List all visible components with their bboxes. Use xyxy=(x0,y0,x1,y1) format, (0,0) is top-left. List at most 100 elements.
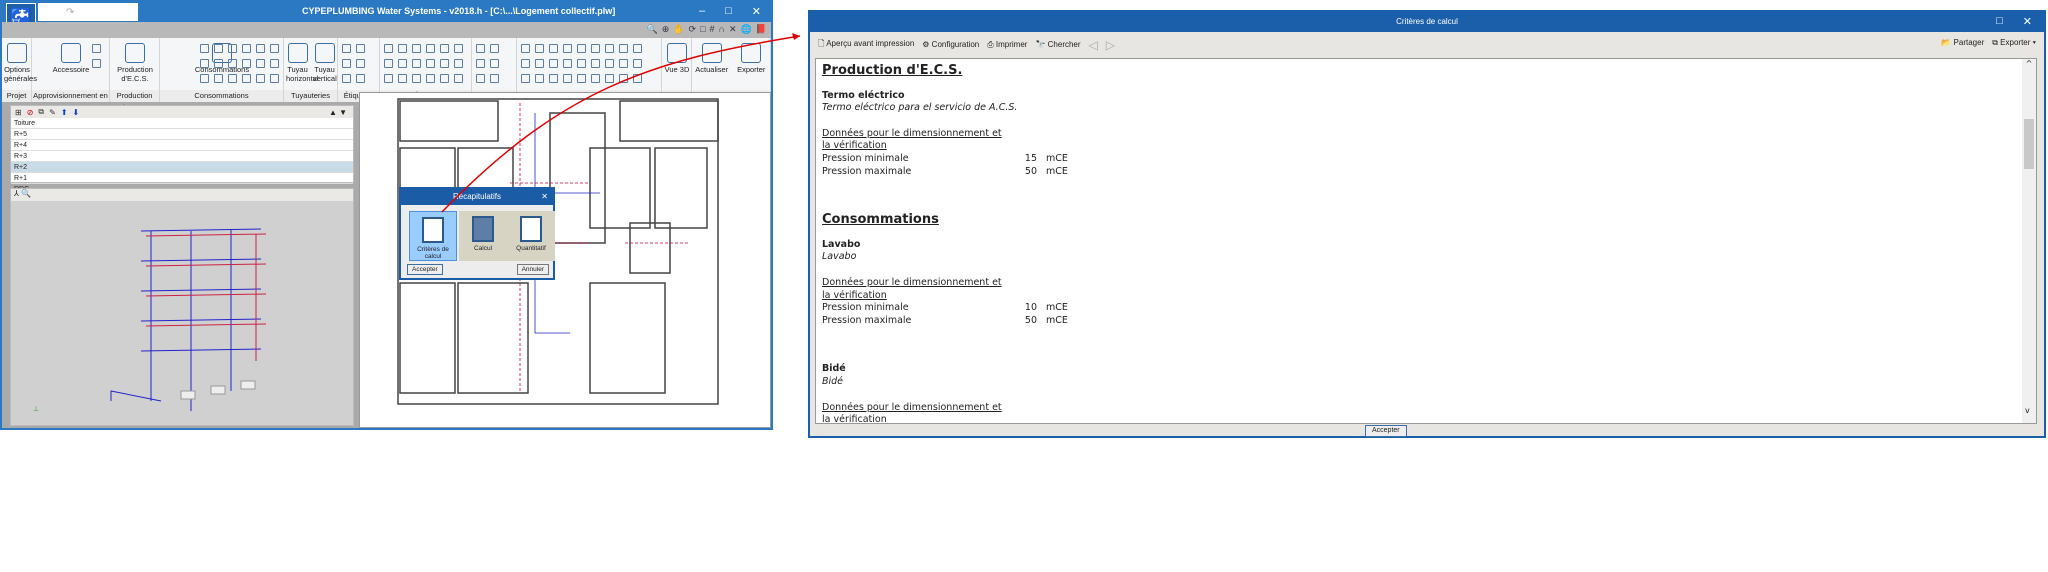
ribbon-small-tool-icon[interactable] xyxy=(619,74,628,83)
ribbon-small-tool-icon[interactable] xyxy=(633,44,642,53)
ribbon-small-tool-icon[interactable] xyxy=(384,44,393,53)
ribbon-small-tool-icon[interactable] xyxy=(256,59,265,68)
copy-floor-icon[interactable]: ⧉ xyxy=(38,107,44,117)
accept-button[interactable]: Accepter xyxy=(1365,425,1407,437)
ribbon-small-tool-icon[interactable] xyxy=(490,44,499,53)
ribbon-small-tool-icon[interactable] xyxy=(256,44,265,53)
ribbon-small-tool-icon[interactable] xyxy=(549,74,558,83)
close-button[interactable]: ✕ xyxy=(2023,15,2032,28)
ribbon-small-tool-icon[interactable] xyxy=(356,74,365,83)
zoom-icon[interactable]: ⊕ xyxy=(662,24,670,35)
export-button[interactable]: ⧉ Exporter ▾ xyxy=(1992,38,2036,48)
ribbon-button[interactable]: Vue 3D xyxy=(664,43,690,74)
ribbon-small-tool-icon[interactable] xyxy=(454,59,463,68)
ribbon-small-tool-icon[interactable] xyxy=(342,44,351,53)
ribbon-small-tool-icon[interactable] xyxy=(92,44,101,53)
next-icon[interactable]: ▷ xyxy=(1106,38,1115,52)
ribbon-small-tool-icon[interactable] xyxy=(342,74,351,83)
ribbon-small-tool-icon[interactable] xyxy=(92,59,101,68)
ribbon-small-tool-icon[interactable] xyxy=(270,74,279,83)
ribbon-small-tool-icon[interactable] xyxy=(577,59,586,68)
ribbon-small-tool-icon[interactable] xyxy=(426,74,435,83)
ribbon-small-tool-icon[interactable] xyxy=(619,59,628,68)
maximize-button[interactable]: □ xyxy=(1996,15,2003,28)
ribbon-small-tool-icon[interactable] xyxy=(440,44,449,53)
ribbon-small-tool-icon[interactable] xyxy=(228,74,237,83)
3d-view[interactable]: ⅄ 🔍 ⊥ xyxy=(10,188,354,426)
scrollbar-thumb[interactable] xyxy=(2024,119,2034,169)
ribbon-small-tool-icon[interactable] xyxy=(591,74,600,83)
ribbon-small-tool-icon[interactable] xyxy=(476,59,485,68)
floor-row[interactable]: R+3 xyxy=(11,151,353,162)
ribbon-small-tool-icon[interactable] xyxy=(535,59,544,68)
settings-icon[interactable]: ⚙ xyxy=(94,7,103,18)
ribbon-small-tool-icon[interactable] xyxy=(342,59,351,68)
help-book-icon[interactable]: 📕 xyxy=(756,24,767,35)
ribbon-small-tool-icon[interactable] xyxy=(384,74,393,83)
redo-icon[interactable]: ↷ xyxy=(66,7,74,18)
ribbon-small-tool-icon[interactable] xyxy=(633,59,642,68)
ribbon-small-tool-icon[interactable] xyxy=(398,59,407,68)
ribbon-small-tool-icon[interactable] xyxy=(476,74,485,83)
ribbon-button[interactable]: Tuyau vertical xyxy=(313,43,337,83)
ribbon-small-tool-icon[interactable] xyxy=(200,59,209,68)
ribbon-small-tool-icon[interactable] xyxy=(563,44,572,53)
scroll-up-icon[interactable]: ^ xyxy=(2022,59,2036,68)
ribbon-small-tool-icon[interactable] xyxy=(605,74,614,83)
floor-row[interactable]: R+4 xyxy=(11,140,353,151)
refresh-icon[interactable]: ⟳ xyxy=(689,24,697,35)
ribbon-small-tool-icon[interactable] xyxy=(242,59,251,68)
edit-floor-icon[interactable]: ✎ xyxy=(49,108,56,117)
accept-button[interactable]: Accepter xyxy=(407,264,443,275)
axes-icon[interactable]: ⅄ xyxy=(14,189,19,198)
ribbon-small-tool-icon[interactable] xyxy=(521,74,530,83)
ribbon-small-tool-icon[interactable] xyxy=(521,59,530,68)
maximize-button[interactable]: □ xyxy=(725,5,732,18)
ribbon-small-tool-icon[interactable] xyxy=(398,44,407,53)
ribbon-small-tool-icon[interactable] xyxy=(356,44,365,53)
ribbon-small-tool-icon[interactable] xyxy=(228,44,237,53)
ribbon-small-tool-icon[interactable] xyxy=(563,74,572,83)
ribbon-small-tool-icon[interactable] xyxy=(270,59,279,68)
previous-icon[interactable]: ◁ xyxy=(1089,38,1098,52)
ribbon-small-tool-icon[interactable] xyxy=(454,74,463,83)
minimize-button[interactable]: – xyxy=(699,5,705,18)
ribbon-small-tool-icon[interactable] xyxy=(242,74,251,83)
save-icon[interactable]: ▪ xyxy=(42,7,46,18)
collapse-arrows-icon[interactable]: ▲ ▼ xyxy=(329,108,347,117)
share-button[interactable]: 📂 Partager xyxy=(1941,38,1984,48)
ribbon-small-tool-icon[interactable] xyxy=(563,59,572,68)
snap-icon[interactable]: ∩ xyxy=(719,24,725,35)
print-button[interactable]: ⎙ Imprimer xyxy=(987,40,1027,50)
close-button[interactable]: ✕ xyxy=(752,5,761,18)
floor-row[interactable]: R+5 xyxy=(11,129,353,140)
floor-row[interactable]: R+1 xyxy=(11,173,353,184)
move-up-icon[interactable]: ⬆ xyxy=(61,108,68,117)
ribbon-button[interactable]: Production d'E.C.S. xyxy=(112,43,158,83)
search-button[interactable]: 🔭 Chercher xyxy=(1035,40,1080,49)
ribbon-small-tool-icon[interactable] xyxy=(214,59,223,68)
floor-row[interactable]: Toiture xyxy=(11,118,353,129)
scroll-down-icon[interactable]: v xyxy=(2025,406,2030,415)
ribbon-small-tool-icon[interactable] xyxy=(214,44,223,53)
ribbon-small-tool-icon[interactable] xyxy=(200,44,209,53)
add-floor-icon[interactable]: ⊞ xyxy=(15,108,22,117)
ribbon-small-tool-icon[interactable] xyxy=(490,59,499,68)
ribbon-small-tool-icon[interactable] xyxy=(535,74,544,83)
ribbon-small-tool-icon[interactable] xyxy=(412,44,421,53)
ribbon-small-tool-icon[interactable] xyxy=(577,44,586,53)
print-preview-button[interactable]: 🗋 Aperçu avant impression xyxy=(818,38,914,52)
ribbon-small-tool-icon[interactable] xyxy=(605,44,614,53)
ribbon-button[interactable]: Tuyau horizontal xyxy=(286,43,319,83)
ribbon-small-tool-icon[interactable] xyxy=(605,59,614,68)
cross-icon[interactable]: ✕ xyxy=(729,24,737,35)
ribbon-small-tool-icon[interactable] xyxy=(412,74,421,83)
option-calcul[interactable]: Calcul xyxy=(459,211,507,261)
configuration-button[interactable]: ⚙ Configuration xyxy=(922,40,979,49)
ribbon-small-tool-icon[interactable] xyxy=(454,44,463,53)
ribbon-small-tool-icon[interactable] xyxy=(256,74,265,83)
ribbon-small-tool-icon[interactable] xyxy=(426,59,435,68)
ribbon-small-tool-icon[interactable] xyxy=(242,44,251,53)
export-icon[interactable]: ⇱ xyxy=(109,7,117,18)
delete-floor-icon[interactable]: ⊘ xyxy=(27,108,34,117)
